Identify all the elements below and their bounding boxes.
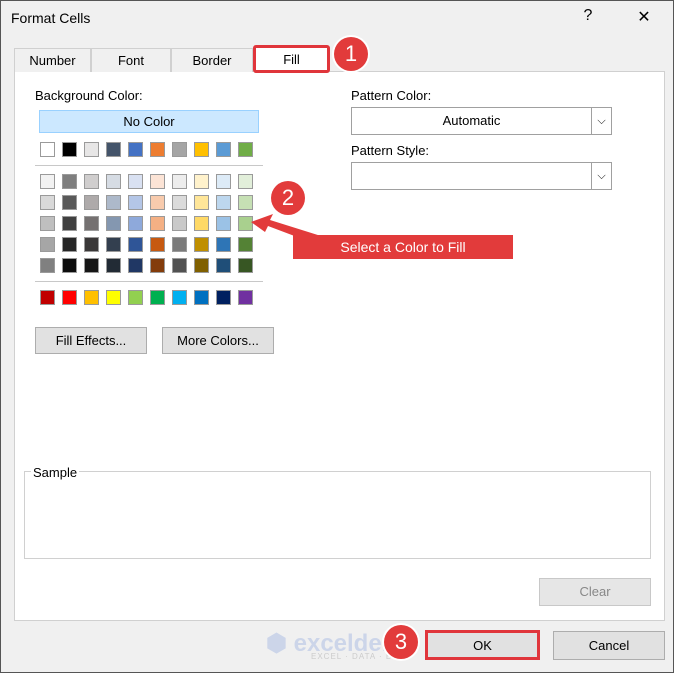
pattern-color-label: Pattern Color: (351, 88, 432, 103)
color-swatch[interactable] (216, 258, 231, 273)
no-color-button[interactable]: No Color (39, 110, 259, 133)
color-swatch[interactable] (128, 290, 143, 305)
color-swatch[interactable] (106, 195, 121, 210)
sample-label: Sample (31, 465, 80, 480)
color-swatch[interactable] (172, 216, 187, 231)
color-swatch[interactable] (216, 174, 231, 189)
step-3-badge: 3 (384, 625, 418, 659)
divider (35, 281, 263, 282)
divider (35, 165, 263, 166)
color-swatch[interactable] (128, 195, 143, 210)
color-swatch[interactable] (40, 142, 55, 157)
color-swatch[interactable] (106, 174, 121, 189)
fill-effects-button[interactable]: Fill Effects... (35, 327, 147, 354)
color-swatch[interactable] (216, 195, 231, 210)
close-button[interactable]: ✕ (629, 7, 659, 27)
color-swatch[interactable] (194, 142, 209, 157)
chevron-down-icon: ⌵ (591, 163, 611, 189)
color-swatch[interactable] (238, 258, 253, 273)
color-swatch[interactable] (128, 216, 143, 231)
color-swatch[interactable] (150, 290, 165, 305)
color-swatch[interactable] (40, 258, 55, 273)
color-swatch[interactable] (62, 237, 77, 252)
color-swatch[interactable] (194, 237, 209, 252)
color-swatch[interactable] (62, 142, 77, 157)
color-swatch[interactable] (106, 142, 121, 157)
color-swatch[interactable] (216, 290, 231, 305)
help-button[interactable]: ? (573, 7, 603, 25)
chevron-down-icon: ⌵ (591, 108, 611, 134)
color-swatch[interactable] (40, 216, 55, 231)
color-swatch[interactable] (238, 174, 253, 189)
color-swatch[interactable] (194, 258, 209, 273)
step-2-badge: 2 (271, 181, 305, 215)
more-colors-button[interactable]: More Colors... (162, 327, 274, 354)
clear-button[interactable]: Clear (539, 578, 651, 606)
color-swatch[interactable] (172, 290, 187, 305)
color-swatch[interactable] (84, 258, 99, 273)
window-title: Format Cells (11, 10, 91, 26)
color-swatch[interactable] (150, 174, 165, 189)
color-swatch[interactable] (84, 216, 99, 231)
color-swatch[interactable] (150, 216, 165, 231)
watermark-tagline: EXCEL · DATA · BI (311, 652, 396, 661)
color-swatch[interactable] (238, 290, 253, 305)
color-swatch[interactable] (62, 258, 77, 273)
color-swatch[interactable] (84, 142, 99, 157)
color-swatch[interactable] (40, 237, 55, 252)
callout-label: Select a Color to Fill (293, 235, 513, 259)
color-swatch[interactable] (128, 237, 143, 252)
color-swatch[interactable] (194, 195, 209, 210)
color-swatch[interactable] (40, 195, 55, 210)
color-swatch[interactable] (172, 258, 187, 273)
background-color-label: Background Color: (35, 88, 143, 103)
color-swatch[interactable] (194, 174, 209, 189)
ok-button[interactable]: OK (425, 630, 540, 660)
color-swatch[interactable] (84, 174, 99, 189)
color-swatch[interactable] (172, 195, 187, 210)
color-swatch[interactable] (84, 237, 99, 252)
color-swatch[interactable] (238, 142, 253, 157)
step-1-badge: 1 (334, 37, 368, 71)
color-swatch[interactable] (128, 174, 143, 189)
color-swatch[interactable] (150, 258, 165, 273)
pattern-color-value: Automatic (442, 113, 501, 128)
color-swatch[interactable] (172, 174, 187, 189)
color-swatch[interactable] (106, 258, 121, 273)
color-swatch[interactable] (216, 216, 231, 231)
cancel-button[interactable]: Cancel (553, 631, 665, 660)
pattern-color-dropdown[interactable]: Automatic ⌵ (351, 107, 612, 135)
color-swatch[interactable] (62, 174, 77, 189)
color-swatch[interactable] (150, 195, 165, 210)
color-swatch[interactable] (128, 142, 143, 157)
color-swatch[interactable] (40, 174, 55, 189)
color-swatch[interactable] (84, 290, 99, 305)
tab-fill[interactable]: Fill (253, 45, 330, 73)
color-swatch[interactable] (216, 142, 231, 157)
color-swatch[interactable] (216, 237, 231, 252)
color-swatch[interactable] (172, 237, 187, 252)
color-swatch[interactable] (150, 237, 165, 252)
color-swatch[interactable] (106, 216, 121, 231)
tab-number[interactable]: Number (14, 48, 91, 72)
tab-font[interactable]: Font (91, 48, 171, 72)
color-swatch[interactable] (128, 258, 143, 273)
color-swatch[interactable] (172, 142, 187, 157)
pattern-style-label: Pattern Style: (351, 143, 430, 158)
color-swatch[interactable] (194, 216, 209, 231)
color-swatch[interactable] (194, 290, 209, 305)
color-swatch[interactable] (62, 195, 77, 210)
color-swatch[interactable] (106, 290, 121, 305)
sample-box (24, 471, 651, 559)
color-swatch[interactable] (40, 290, 55, 305)
pattern-style-dropdown[interactable]: ⌵ (351, 162, 612, 190)
color-swatch[interactable] (62, 290, 77, 305)
color-swatch[interactable] (106, 237, 121, 252)
color-swatch[interactable] (238, 195, 253, 210)
color-swatch[interactable] (62, 216, 77, 231)
color-swatch[interactable] (150, 142, 165, 157)
color-swatch[interactable] (84, 195, 99, 210)
tab-border[interactable]: Border (171, 48, 253, 72)
